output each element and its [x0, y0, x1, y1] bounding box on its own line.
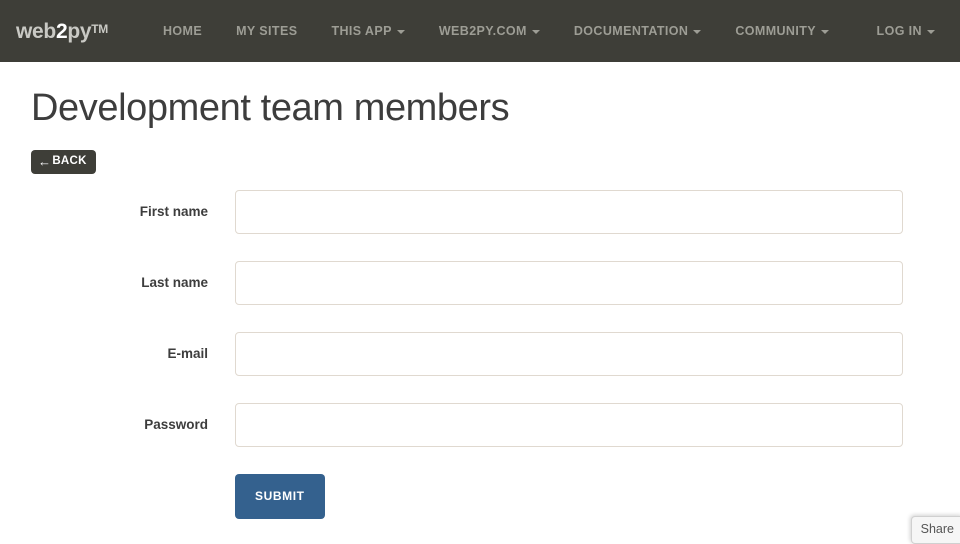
- brand-prefix: web: [16, 19, 56, 43]
- first-name-label: First name: [139, 204, 208, 220]
- back-button[interactable]: ← BACK: [31, 149, 96, 174]
- nav-item-label: DOCUMENTATION: [573, 24, 689, 38]
- last-name-input[interactable]: [235, 260, 903, 305]
- email-label: E-mail: [167, 346, 208, 362]
- form-row-password: Password: [0, 402, 960, 447]
- nav-item-web2py-com[interactable]: WEB2PY.COM: [422, 0, 557, 62]
- share-widget-label: Share: [920, 522, 954, 536]
- nav-item-documentation[interactable]: DOCUMENTATION: [557, 0, 718, 62]
- nav-item-label: LOG IN: [876, 24, 922, 38]
- nav-item-label: MY SITES: [236, 24, 298, 38]
- back-button-label: BACK: [52, 154, 87, 167]
- nav-item-label: WEB2PY.COM: [438, 24, 527, 38]
- nav-item-community[interactable]: COMMUNITY: [718, 0, 846, 62]
- password-input[interactable]: [235, 402, 903, 447]
- nav-item-log-in[interactable]: LOG IN: [860, 0, 952, 62]
- brand-two: 2: [55, 19, 68, 43]
- page-title: Development team members: [31, 87, 510, 129]
- form-row-submit: SUBMIT: [0, 473, 960, 519]
- nav-links: HOME MY SITES THIS APP WEB2PY.COM DOCUME…: [146, 0, 846, 62]
- brand-logo[interactable]: web 2 py TM: [16, 21, 108, 42]
- chevron-down-icon: [821, 30, 830, 34]
- form-row-first-name: First name: [0, 189, 960, 234]
- nav-item-label: THIS APP: [331, 24, 392, 38]
- password-label: Password: [144, 417, 208, 433]
- brand-suffix: py: [67, 19, 92, 43]
- form-row-last-name: Last name: [0, 260, 960, 305]
- top-navbar: web 2 py TM HOME MY SITES THIS APP WEB2PY.C…: [0, 0, 960, 62]
- chevron-down-icon: [693, 30, 702, 34]
- chevron-down-icon: [531, 30, 540, 34]
- form-row-email: E-mail: [0, 331, 960, 376]
- trademark-icon: TM: [91, 21, 108, 36]
- nav-right-group: LOG IN: [860, 0, 952, 62]
- nav-item-home[interactable]: HOME: [146, 0, 219, 62]
- email-input[interactable]: [235, 331, 903, 376]
- chevron-down-icon: [396, 30, 405, 34]
- arrow-left-icon: ←: [38, 153, 52, 169]
- nav-item-my-sites[interactable]: MY SITES: [219, 0, 314, 62]
- nav-item-this-app[interactable]: THIS APP: [314, 0, 421, 62]
- chevron-down-icon: [927, 30, 935, 34]
- nav-item-label: COMMUNITY: [735, 24, 817, 38]
- back-button-wrap: ← BACK: [0, 130, 960, 174]
- first-name-input[interactable]: [235, 189, 903, 234]
- nav-item-label: HOME: [163, 24, 203, 38]
- team-member-form: First name Last name E-mail Password SUB…: [0, 189, 960, 519]
- last-name-label: Last name: [141, 275, 208, 291]
- submit-button[interactable]: SUBMIT: [235, 473, 325, 519]
